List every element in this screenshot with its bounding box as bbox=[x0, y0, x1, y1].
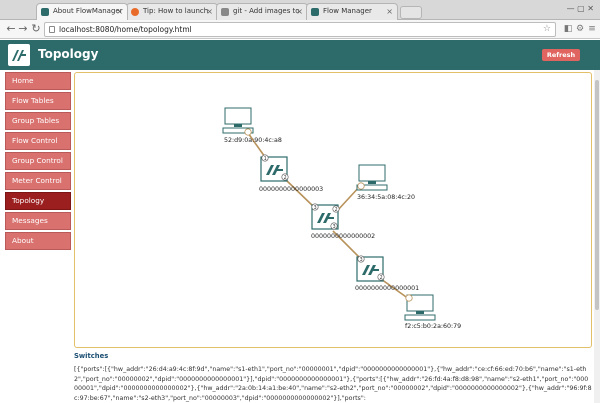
reload-icon[interactable]: ↻ bbox=[29, 22, 43, 36]
port-marker bbox=[357, 182, 365, 190]
port-marker bbox=[244, 128, 252, 136]
monitor-stand-icon bbox=[368, 181, 376, 184]
monitor-icon bbox=[224, 107, 252, 125]
page-title: Topology bbox=[38, 47, 99, 61]
port-marker bbox=[405, 294, 413, 302]
port-label: 3 bbox=[360, 257, 363, 263]
host-label: 36:34:5a:08:4c:20 bbox=[357, 194, 415, 201]
extension-icon[interactable]: ◧ bbox=[562, 23, 574, 35]
topology-graph: 52:d9:0a:90:4c:a8 0000000000000003 36:34… bbox=[222, 107, 461, 330]
monitor-icon bbox=[358, 164, 386, 182]
tab-title: Flow Manager bbox=[323, 7, 372, 15]
browser-toolbar: ← → ↻ localhost:8080/home/topology.html … bbox=[0, 20, 600, 39]
forward-arrow-icon[interactable]: → bbox=[16, 22, 30, 36]
switch-label: 0000000000000002 bbox=[311, 233, 375, 240]
port-label: 2 bbox=[335, 207, 338, 213]
port-label: 3 bbox=[314, 205, 317, 211]
switch-node[interactable]: 0000000000000002 bbox=[311, 204, 375, 240]
browser-tab-strip: About FlowManager × Tip: How to launch ×… bbox=[0, 0, 600, 20]
sidebar-item-group-control[interactable]: Group Control bbox=[5, 152, 71, 170]
address-bar[interactable]: localhost:8080/home/topology.html ☆ bbox=[44, 22, 556, 37]
sidebar-item-home[interactable]: Home bbox=[5, 72, 71, 90]
url-text: localhost:8080/home/topology.html bbox=[59, 25, 192, 34]
port-label: 2 bbox=[380, 275, 383, 281]
switch-label: 0000000000000003 bbox=[259, 186, 323, 193]
sidebar-item-flow-tables[interactable]: Flow Tables bbox=[5, 92, 71, 110]
scrollbar-thumb[interactable] bbox=[595, 80, 599, 310]
sidebar-item-topology[interactable]: Topology bbox=[5, 192, 71, 210]
refresh-button[interactable]: Refresh bbox=[542, 49, 580, 61]
close-icon[interactable]: × bbox=[296, 4, 303, 19]
sidebar-item-messages[interactable]: Messages bbox=[5, 212, 71, 230]
host-label: f2:c5:b0:2a:60:79 bbox=[405, 323, 461, 330]
tab-title: Tip: How to launch bbox=[143, 7, 209, 15]
sidebar-item-about[interactable]: About bbox=[5, 232, 71, 250]
monitor-stand-icon bbox=[416, 311, 424, 314]
tab-title: About FlowManager bbox=[53, 7, 123, 15]
menu-icon[interactable]: ≡ bbox=[586, 23, 598, 35]
switches-section-title: Switches bbox=[74, 352, 109, 360]
host-node[interactable]: 52:d9:0a:90:4c:a8 bbox=[222, 107, 282, 144]
stackoverflow-favicon-icon bbox=[221, 8, 229, 16]
sidebar-item-group-tables[interactable]: Group Tables bbox=[5, 112, 71, 130]
host-label: 52:d9:0a:90:4c:a8 bbox=[224, 137, 282, 144]
page-scrollbar[interactable] bbox=[594, 70, 600, 403]
switch-node[interactable]: 0000000000000003 bbox=[259, 156, 323, 193]
settings-icon[interactable]: ⚙ bbox=[574, 23, 586, 35]
link-switch3-switch2 bbox=[284, 178, 316, 209]
flowmanager-logo-icon bbox=[8, 44, 30, 66]
tab-title: git - Add images to bbox=[233, 7, 300, 15]
page-icon bbox=[49, 26, 55, 33]
topology-panel: 52:d9:0a:90:4c:a8 0000000000000003 36:34… bbox=[74, 72, 592, 348]
browser-tab-tip[interactable]: Tip: How to launch × bbox=[126, 3, 218, 20]
browser-tab-flow-manager[interactable]: Flow Manager × bbox=[306, 3, 398, 20]
browser-tab-git[interactable]: git - Add images to × bbox=[216, 3, 308, 20]
new-tab-button[interactable] bbox=[400, 6, 422, 19]
close-icon[interactable]: × bbox=[206, 4, 213, 19]
close-icon[interactable]: × bbox=[386, 4, 393, 19]
keyboard-icon bbox=[404, 314, 436, 321]
port-label: 2 bbox=[284, 175, 287, 181]
switch-label: 0000000000000001 bbox=[355, 285, 419, 292]
switch-node[interactable]: 0000000000000001 bbox=[355, 256, 419, 292]
port-label: 3 bbox=[333, 224, 336, 230]
port-label: 1 bbox=[264, 156, 267, 162]
flowmanager-favicon-icon bbox=[311, 8, 319, 16]
bookmark-star-icon[interactable]: ☆ bbox=[543, 23, 551, 36]
switches-json-output: [{"ports":[{"hw_addr":"26:d4:a9:4c:8f:9d… bbox=[74, 366, 592, 402]
host-node[interactable]: f2:c5:b0:2a:60:79 bbox=[404, 294, 461, 330]
flowmanager-favicon-icon bbox=[41, 8, 49, 16]
window-controls-icon[interactable]: — ▢ ✕ bbox=[567, 4, 594, 13]
app-header: Topology bbox=[0, 40, 600, 70]
ubuntu-favicon-icon bbox=[131, 8, 139, 16]
sidebar-item-flow-control[interactable]: Flow Control bbox=[5, 132, 71, 150]
sidebar-item-meter-control[interactable]: Meter Control bbox=[5, 172, 71, 190]
monitor-stand-icon bbox=[234, 124, 242, 127]
host-node[interactable]: 36:34:5a:08:4c:20 bbox=[356, 164, 415, 201]
browser-tab-about-flowmanager[interactable]: About FlowManager × bbox=[36, 3, 128, 20]
close-icon[interactable]: × bbox=[116, 4, 123, 19]
